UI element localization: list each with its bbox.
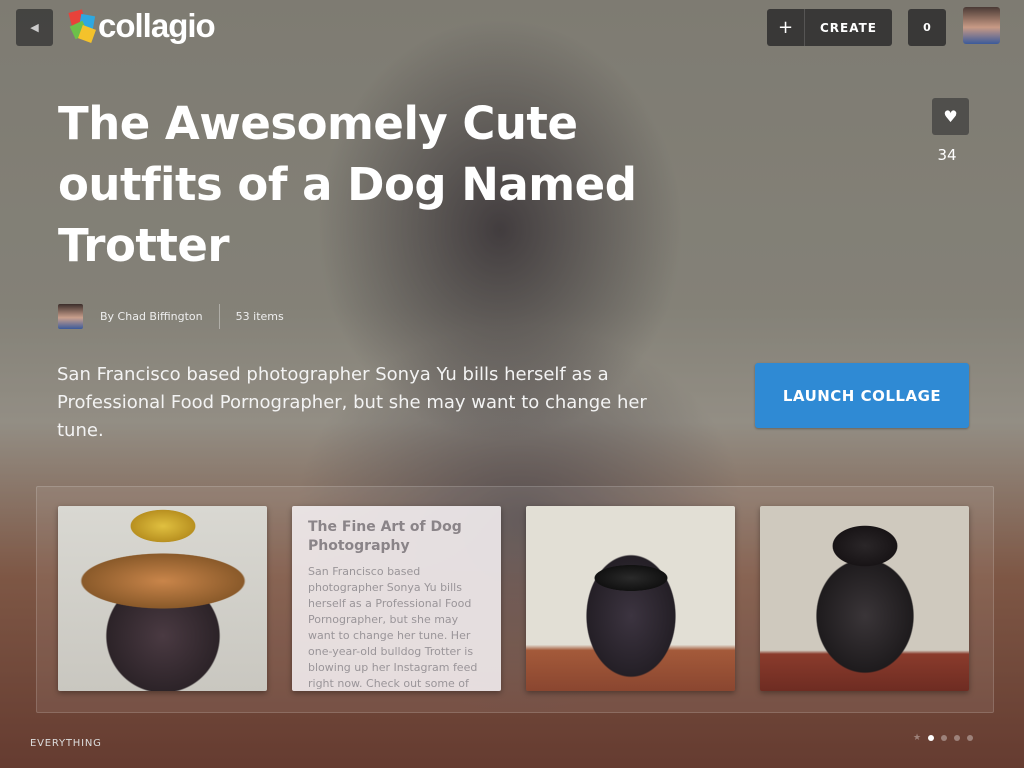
- photo-card-dog-gold-hat[interactable]: [58, 506, 267, 691]
- page-indicator[interactable]: ★: [913, 734, 974, 743]
- star-icon[interactable]: ★: [913, 734, 921, 743]
- notification-count-button[interactable]: 0: [908, 9, 946, 46]
- page-dot[interactable]: [928, 735, 935, 741]
- feed-label[interactable]: EVERYTHING: [30, 738, 102, 749]
- collage-description: San Francisco based photographer Sonya Y…: [57, 364, 647, 441]
- plus-icon: +: [767, 9, 805, 46]
- byline: By Chad Biffington 53 items: [58, 304, 284, 329]
- page-dot[interactable]: [967, 735, 974, 741]
- collagio-logo[interactable]: collagio: [68, 6, 216, 46]
- notification-count: 0: [923, 21, 931, 34]
- logo-text: collagio: [98, 7, 216, 44]
- left-triangle-icon: ◀: [30, 21, 39, 34]
- back-button[interactable]: ◀: [16, 9, 53, 46]
- launch-collage-button[interactable]: LAUNCH COLLAGE: [755, 363, 969, 428]
- logo-mark-icon: [68, 9, 98, 43]
- text-card[interactable]: The Fine Art of Dog Photography San Fran…: [292, 506, 501, 691]
- item-count: 53 items: [235, 310, 284, 323]
- author-avatar[interactable]: [58, 304, 83, 329]
- photo-card-dog-goggles[interactable]: [526, 506, 735, 691]
- byline-divider: [218, 304, 220, 329]
- heart-icon: ♥: [943, 107, 958, 126]
- page-dot[interactable]: [954, 735, 961, 741]
- collage-title: The Awesomely Cute outfits of a Dog Name…: [58, 97, 637, 272]
- author-name[interactable]: By Chad Biffington: [100, 310, 203, 323]
- photo-card-dog-giants-uniform[interactable]: [760, 506, 969, 691]
- create-label: CREATE: [820, 20, 877, 35]
- text-card-heading: The Fine Art of Dog Photography: [308, 519, 462, 554]
- like-button[interactable]: ♥: [932, 98, 969, 135]
- user-avatar[interactable]: [963, 7, 1000, 44]
- text-card-body: San Francisco based photographer Sonya Y…: [308, 565, 478, 690]
- page-dot[interactable]: [941, 735, 948, 741]
- like-count: 34: [937, 146, 957, 164]
- create-button[interactable]: + CREATE: [767, 9, 892, 46]
